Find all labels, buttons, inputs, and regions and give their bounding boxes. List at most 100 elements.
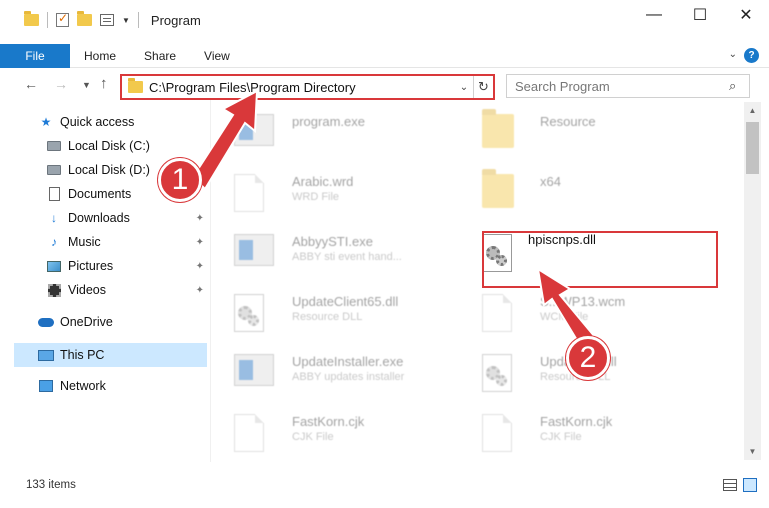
window-controls: — ☐ ✕	[631, 0, 769, 30]
sidebar-item-pictures[interactable]: Pictures ✦	[46, 254, 208, 278]
search-box[interactable]: Search Program ⌕	[506, 74, 750, 98]
sidebar-item-label: Pictures	[68, 259, 114, 273]
expand-ribbon-icon[interactable]: ⌄	[729, 49, 737, 60]
quick-access-toolbar: ▼	[0, 11, 139, 28]
step-badge-2: 2	[566, 336, 610, 380]
file-item[interactable]: FastKorn.cjk CJK File	[222, 408, 462, 462]
folder-item[interactable]: x64	[470, 168, 710, 222]
back-arrow-icon[interactable]: ←	[24, 76, 38, 92]
file-type: CJK File	[540, 431, 582, 443]
up-arrow-icon[interactable]: ↑	[100, 75, 108, 92]
folder-icon	[128, 78, 143, 93]
file-name: FastKorn.cjk	[292, 414, 365, 429]
search-icon[interactable]: ⌕	[729, 78, 749, 94]
dll-gear-icon	[234, 294, 270, 336]
large-icons-view-icon[interactable]	[743, 478, 757, 492]
file-type: Resource DLL	[292, 311, 363, 323]
sidebar-item-downloads[interactable]: ↓ Downloads ✦	[46, 206, 208, 230]
chevron-down-icon[interactable]: ▼	[122, 16, 130, 25]
divider	[47, 12, 48, 28]
folder-icon	[482, 169, 518, 216]
folder-item[interactable]: Resource	[470, 108, 710, 162]
refresh-icon[interactable]: ↻	[473, 76, 493, 98]
sidebar-item-this-pc[interactable]: This PC	[14, 343, 207, 367]
recent-locations-icon[interactable]: ▼	[82, 80, 91, 90]
file-name: Resource	[540, 114, 596, 129]
file-type: ABBY updates installer	[292, 371, 405, 383]
exe-icon	[234, 354, 274, 396]
file-name: UpdateClient65.dll	[292, 294, 399, 309]
dll-gear-icon	[482, 354, 518, 396]
file-icon	[234, 414, 270, 456]
tab-share[interactable]: Share	[130, 44, 190, 67]
sidebar-item-music[interactable]: ♪ Music ✦	[46, 230, 208, 254]
vertical-scrollbar[interactable]: ▲ ▼	[744, 102, 761, 460]
tab-view[interactable]: View	[190, 44, 244, 67]
pin-icon[interactable]: ✦	[196, 285, 204, 296]
sidebar-item-videos[interactable]: Videos ✦	[46, 278, 208, 302]
properties-icon[interactable]	[100, 14, 114, 26]
file-icon	[482, 294, 518, 336]
file-name: program.exe	[292, 114, 365, 129]
forward-arrow-icon[interactable]: →	[54, 76, 68, 92]
sidebar-item-label: OneDrive	[60, 315, 113, 329]
sidebar-item-label: Quick access	[60, 115, 135, 129]
file-name: x64	[540, 174, 561, 189]
window-title: Program	[150, 12, 201, 28]
maximize-button[interactable]: ☐	[677, 0, 723, 30]
details-view-icon[interactable]	[723, 479, 737, 491]
folder-icon	[482, 109, 518, 156]
pin-icon[interactable]: ✦	[196, 237, 204, 248]
documents-icon	[46, 187, 62, 201]
exe-icon	[234, 234, 274, 276]
sidebar-item-label: This PC	[60, 348, 105, 362]
sidebar-item-label: Network	[60, 379, 106, 393]
file-item[interactable]: UpdateInstaller.exe ABBY updates install…	[222, 348, 462, 402]
videos-icon	[46, 283, 62, 297]
scroll-down-icon[interactable]: ▼	[744, 443, 761, 460]
download-icon: ↓	[51, 211, 57, 225]
file-item[interactable]: UpdateClient65.dll Resource DLL	[222, 288, 462, 342]
file-name: Arabic.wrd	[292, 174, 354, 189]
sidebar-item-label: Downloads	[68, 211, 130, 225]
tab-home[interactable]: Home	[70, 44, 130, 67]
onedrive-icon	[38, 315, 54, 329]
file-type: WRD File	[292, 191, 340, 203]
divider	[137, 12, 139, 28]
sidebar-item-label: Local Disk (D:)	[68, 163, 150, 177]
file-type: CJK File	[292, 431, 334, 443]
file-item[interactable]: FastKorn.cjk CJK File	[470, 408, 710, 462]
drive-icon	[46, 139, 62, 153]
item-count: 133 items	[26, 479, 76, 491]
drive-icon	[46, 163, 62, 177]
tab-file[interactable]: File	[0, 44, 70, 68]
sidebar-item-onedrive[interactable]: OneDrive	[38, 310, 208, 334]
search-input[interactable]: Search Program	[515, 79, 729, 94]
title-bar: ▼ Program — ☐ ✕	[0, 0, 769, 40]
file-name: FastKorn.cjk	[540, 414, 613, 429]
ribbon-tabs: File Home Share View ⌄ ?	[0, 44, 769, 68]
music-icon: ♪	[51, 235, 57, 249]
file-icon	[482, 414, 518, 456]
file-item[interactable]: AbbyySTI.exe ABBY sti event hand...	[222, 228, 462, 282]
status-bar: 133 items	[0, 474, 769, 496]
sidebar-item-label: Documents	[68, 187, 132, 201]
file-type: ABBY sti event hand...	[292, 251, 402, 263]
file-name: AbbyySTI.exe	[292, 234, 373, 249]
star-icon: ★	[40, 115, 52, 129]
scroll-up-icon[interactable]: ▲	[744, 102, 761, 119]
pin-icon[interactable]: ✦	[196, 261, 204, 272]
close-button[interactable]: ✕	[723, 0, 769, 30]
pc-icon	[38, 348, 54, 362]
pin-icon[interactable]: ✦	[196, 213, 204, 224]
minimize-button[interactable]: —	[631, 0, 677, 30]
sidebar-item-label: Local Disk (C:)	[68, 139, 150, 153]
scroll-thumb[interactable]	[746, 122, 759, 174]
chevron-down-icon[interactable]: ⌄	[455, 82, 473, 93]
network-icon	[38, 379, 54, 393]
help-icon[interactable]: ?	[744, 48, 759, 63]
sidebar-item-network[interactable]: Network	[38, 374, 208, 398]
new-folder-icon[interactable]	[77, 11, 92, 26]
properties-check-icon[interactable]	[56, 11, 69, 27]
pictures-icon	[46, 259, 62, 273]
